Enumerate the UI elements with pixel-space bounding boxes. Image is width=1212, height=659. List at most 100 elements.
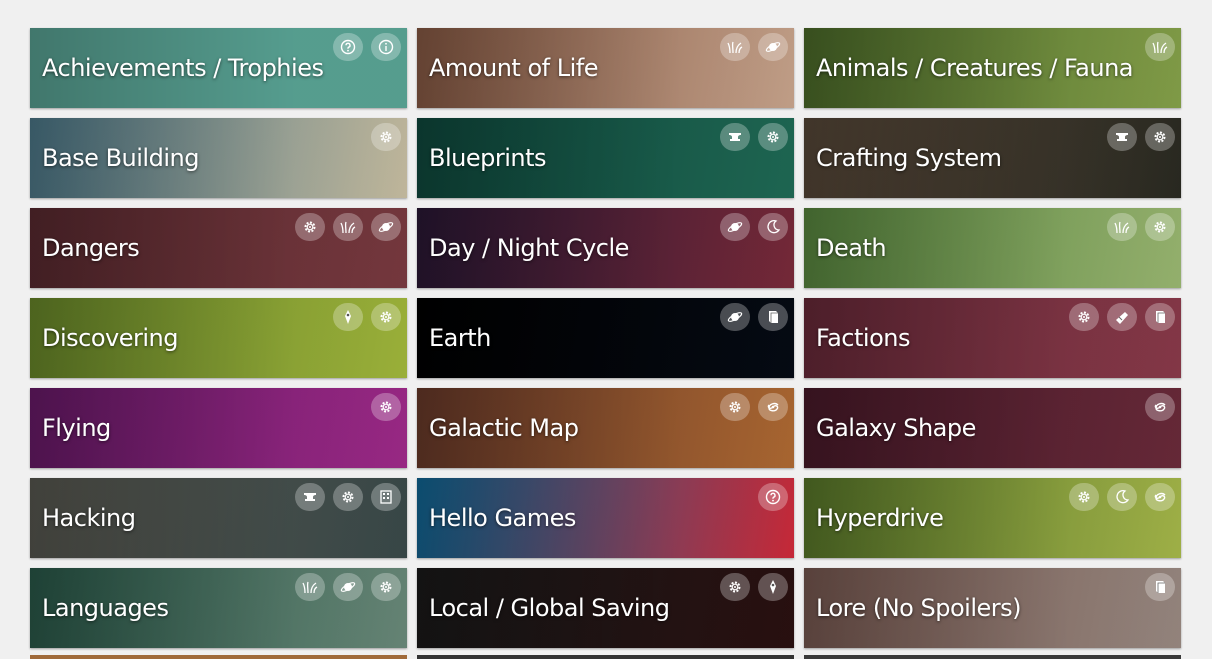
anvil-icon[interactable] bbox=[295, 483, 325, 511]
gear-icon[interactable] bbox=[720, 393, 750, 421]
category-card-amount-of-life[interactable]: Amount of Life bbox=[417, 28, 794, 108]
card-tag-icons bbox=[720, 393, 788, 421]
category-card-lore-no-spoilers[interactable]: Lore (No Spoilers) bbox=[804, 568, 1181, 648]
card-title: Crafting System bbox=[816, 144, 1002, 172]
card-title: Achievements / Trophies bbox=[42, 54, 324, 82]
gear-icon[interactable] bbox=[1069, 303, 1099, 331]
card-tag-icons bbox=[720, 213, 788, 241]
galaxy-icon[interactable] bbox=[758, 393, 788, 421]
card-tag-icons bbox=[333, 303, 401, 331]
category-card-base-building[interactable]: Base Building bbox=[30, 118, 407, 198]
category-card-hello-games[interactable]: Hello Games bbox=[417, 478, 794, 558]
category-card-earth[interactable]: Earth bbox=[417, 298, 794, 378]
grass-icon[interactable] bbox=[333, 213, 363, 241]
planet-icon[interactable] bbox=[758, 33, 788, 61]
category-card-achievements-trophies[interactable]: Achievements / Trophies bbox=[30, 28, 407, 108]
anvil-icon[interactable] bbox=[720, 123, 750, 151]
gear-icon[interactable] bbox=[371, 393, 401, 421]
card-title: Local / Global Saving bbox=[429, 594, 670, 622]
galaxy-icon[interactable] bbox=[1145, 393, 1175, 421]
category-card-local-global-saving[interactable]: Local / Global Saving bbox=[417, 568, 794, 648]
card-tag-icons bbox=[1107, 123, 1175, 151]
card-tag-icons bbox=[1069, 303, 1175, 331]
card-tag-icons bbox=[1069, 483, 1175, 511]
building-icon[interactable] bbox=[371, 483, 401, 511]
book-icon[interactable] bbox=[758, 303, 788, 331]
card-tag-icons bbox=[720, 33, 788, 61]
location-icon[interactable] bbox=[758, 573, 788, 601]
card-title: Day / Night Cycle bbox=[429, 234, 629, 262]
category-card-death[interactable]: Death bbox=[804, 208, 1181, 288]
gear-icon[interactable] bbox=[295, 213, 325, 241]
planet-icon[interactable] bbox=[720, 213, 750, 241]
planet-icon[interactable] bbox=[333, 573, 363, 601]
gear-icon[interactable] bbox=[1145, 213, 1175, 241]
card-tag-icons bbox=[720, 123, 788, 151]
category-card-dangers[interactable]: Dangers bbox=[30, 208, 407, 288]
card-title: Amount of Life bbox=[429, 54, 598, 82]
planet-icon[interactable] bbox=[371, 213, 401, 241]
gear-icon[interactable] bbox=[371, 573, 401, 601]
category-card-languages[interactable]: Languages bbox=[30, 568, 407, 648]
grass-icon[interactable] bbox=[720, 33, 750, 61]
category-card-crafting-system[interactable]: Crafting System bbox=[804, 118, 1181, 198]
card-title: Hacking bbox=[42, 504, 136, 532]
card-tag-icons bbox=[1145, 33, 1175, 61]
card-title: Base Building bbox=[42, 144, 199, 172]
ship-icon[interactable] bbox=[1107, 303, 1137, 331]
gear-icon[interactable] bbox=[720, 573, 750, 601]
category-card-factions[interactable]: Factions bbox=[804, 298, 1181, 378]
category-card-hacking[interactable]: Hacking bbox=[30, 478, 407, 558]
location-icon[interactable] bbox=[333, 303, 363, 331]
category-card-blueprints[interactable]: Blueprints bbox=[417, 118, 794, 198]
next-row-strip-2 bbox=[417, 655, 794, 659]
card-title: Flying bbox=[42, 414, 111, 442]
question-icon[interactable] bbox=[758, 483, 788, 511]
gear-icon[interactable] bbox=[371, 123, 401, 151]
card-title: Factions bbox=[816, 324, 910, 352]
book-icon[interactable] bbox=[1145, 573, 1175, 601]
question-icon[interactable] bbox=[333, 33, 363, 61]
category-card-discovering[interactable]: Discovering bbox=[30, 298, 407, 378]
category-card-hyperdrive[interactable]: Hyperdrive bbox=[804, 478, 1181, 558]
category-card-flying[interactable]: Flying bbox=[30, 388, 407, 468]
card-title: Galaxy Shape bbox=[816, 414, 976, 442]
card-title: Blueprints bbox=[429, 144, 547, 172]
category-grid: Achievements / Trophies Amount of Life Ani… bbox=[30, 28, 1181, 648]
gear-icon[interactable] bbox=[371, 303, 401, 331]
grass-icon[interactable] bbox=[295, 573, 325, 601]
card-title: Death bbox=[816, 234, 887, 262]
card-tag-icons bbox=[1107, 213, 1175, 241]
card-tag-icons bbox=[295, 483, 401, 511]
book-icon[interactable] bbox=[1145, 303, 1175, 331]
category-card-galaxy-shape[interactable]: Galaxy Shape bbox=[804, 388, 1181, 468]
planet-icon[interactable] bbox=[720, 303, 750, 331]
card-title: Lore (No Spoilers) bbox=[816, 594, 1021, 622]
gear-icon[interactable] bbox=[1069, 483, 1099, 511]
grass-icon[interactable] bbox=[1145, 33, 1175, 61]
card-title: Hello Games bbox=[429, 504, 576, 532]
info-icon[interactable] bbox=[371, 33, 401, 61]
card-tag-icons bbox=[333, 33, 401, 61]
next-row-strip-1 bbox=[30, 655, 407, 659]
category-card-day-night-cycle[interactable]: Day / Night Cycle bbox=[417, 208, 794, 288]
card-title: Dangers bbox=[42, 234, 140, 262]
gear-icon[interactable] bbox=[333, 483, 363, 511]
card-tag-icons bbox=[371, 393, 401, 421]
gear-icon[interactable] bbox=[1145, 123, 1175, 151]
moon-icon[interactable] bbox=[1107, 483, 1137, 511]
anvil-icon[interactable] bbox=[1107, 123, 1137, 151]
category-card-galactic-map[interactable]: Galactic Map bbox=[417, 388, 794, 468]
gear-icon[interactable] bbox=[758, 123, 788, 151]
moon-icon[interactable] bbox=[758, 213, 788, 241]
galaxy-icon[interactable] bbox=[1145, 483, 1175, 511]
grass-icon[interactable] bbox=[1107, 213, 1137, 241]
category-card-animals-creatures-fauna[interactable]: Animals / Creatures / Fauna bbox=[804, 28, 1181, 108]
card-title: Discovering bbox=[42, 324, 178, 352]
card-tag-icons bbox=[720, 573, 788, 601]
card-title: Languages bbox=[42, 594, 169, 622]
card-title: Hyperdrive bbox=[816, 504, 944, 532]
card-tag-icons bbox=[295, 573, 401, 601]
card-tag-icons bbox=[720, 303, 788, 331]
next-row-strip-3 bbox=[804, 655, 1181, 659]
